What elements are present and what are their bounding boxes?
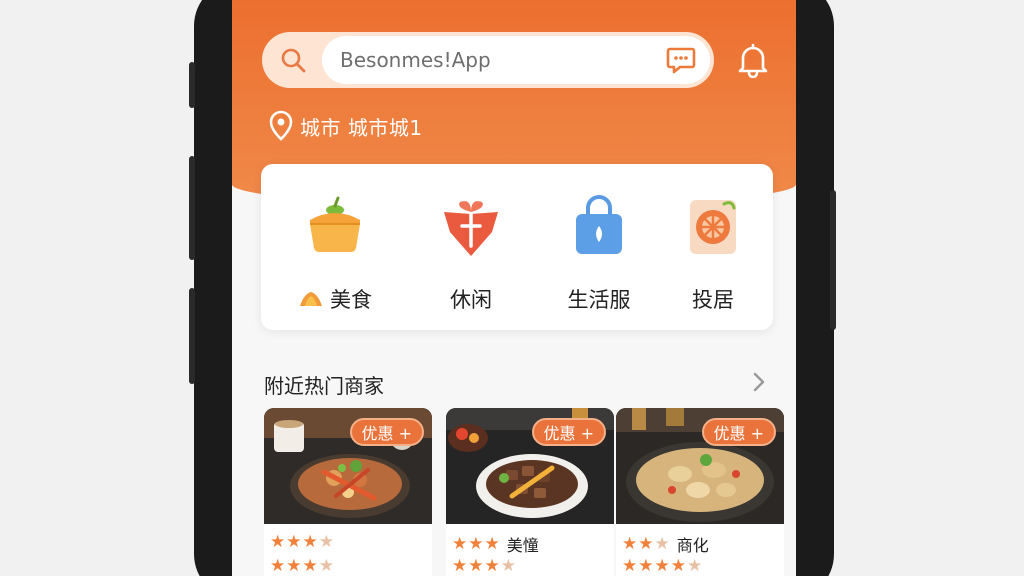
discount-badge[interactable]: 优惠 + bbox=[701, 418, 776, 446]
location-selector[interactable]: 城市 城市城1 bbox=[268, 108, 423, 144]
category-housing-label: 投居 bbox=[692, 288, 734, 312]
location-label: 城市 城市城1 bbox=[300, 115, 423, 140]
rating-stars-empty: ★ bbox=[654, 534, 671, 554]
gift-icon bbox=[444, 201, 498, 256]
rating-stars-empty: ★ bbox=[686, 556, 704, 576]
chat-bubble-icon[interactable] bbox=[666, 45, 696, 75]
category-food-label: 美食 bbox=[330, 288, 372, 312]
category-food[interactable]: 美食 bbox=[275, 194, 395, 314]
shop-name: 美憧 bbox=[506, 536, 539, 555]
phone-side-button bbox=[189, 288, 195, 384]
phone-side-button bbox=[830, 190, 836, 330]
app-screen: 城市 城市城1 美食 bbox=[232, 0, 796, 576]
rating-stars: ★★★ bbox=[270, 556, 319, 576]
rating-row: ★★★ 美憧 bbox=[452, 532, 539, 556]
rating-stars-empty: ★ bbox=[500, 556, 517, 576]
location-pin-icon bbox=[269, 110, 293, 141]
rating-row: ★★ ★ 商化 bbox=[622, 532, 709, 556]
category-leisure-label: 休闲 bbox=[450, 288, 492, 312]
discount-badge[interactable]: 优惠 + bbox=[531, 418, 606, 446]
rating-stars-empty: ★ bbox=[318, 532, 335, 552]
rating-stars: ★★ bbox=[622, 534, 655, 554]
category-housing[interactable]: 投居 bbox=[653, 194, 773, 314]
shop-name: 商化 bbox=[676, 536, 709, 555]
category-life-service-label: 生活服 bbox=[567, 288, 631, 312]
category-card: 美食 休闲 生活服 投居 bbox=[261, 164, 773, 330]
category-life-service[interactable]: 生活服 bbox=[539, 194, 659, 314]
section-title: 附近热门商家 bbox=[264, 374, 384, 398]
rating-row: ★★★ ★ bbox=[270, 532, 341, 552]
shop-card[interactable]: 优惠 + ★★★ 美憧 ★★★ ★ bbox=[446, 408, 614, 576]
category-leisure[interactable]: 休闲 bbox=[411, 194, 531, 314]
phone-side-button bbox=[189, 62, 195, 108]
rating-stars: ★★★ bbox=[270, 532, 319, 552]
shop-card[interactable]: 优惠 + ★★★ ★ ★★★ ★ bbox=[264, 408, 432, 576]
search-icon[interactable] bbox=[280, 47, 306, 73]
orange-card-icon bbox=[690, 200, 736, 254]
search-input[interactable] bbox=[322, 36, 710, 84]
shopping-bag-icon bbox=[576, 195, 622, 254]
rating-stars: ★★★★ bbox=[622, 556, 687, 576]
phone-side-button bbox=[189, 156, 195, 260]
food-basket-icon bbox=[310, 196, 360, 252]
bell-icon[interactable] bbox=[736, 42, 770, 78]
search-bar[interactable] bbox=[262, 32, 714, 88]
rating-stars: ★★★ bbox=[452, 556, 501, 576]
flame-leaf-icon bbox=[300, 292, 322, 306]
rating-stars-empty: ★ bbox=[318, 556, 335, 576]
rating-row: ★★★ ★ bbox=[452, 556, 525, 576]
discount-badge[interactable]: 优惠 + bbox=[349, 418, 424, 446]
rating-row: ★★★ ★ bbox=[270, 556, 343, 576]
rating-row: ★★★★ ★ bbox=[622, 556, 711, 576]
chevron-right-icon[interactable] bbox=[750, 371, 768, 393]
rating-stars: ★★★ bbox=[452, 534, 501, 554]
shop-card[interactable]: 优惠 + ★★ ★ 商化 ★★★★ ★ bbox=[616, 408, 784, 576]
